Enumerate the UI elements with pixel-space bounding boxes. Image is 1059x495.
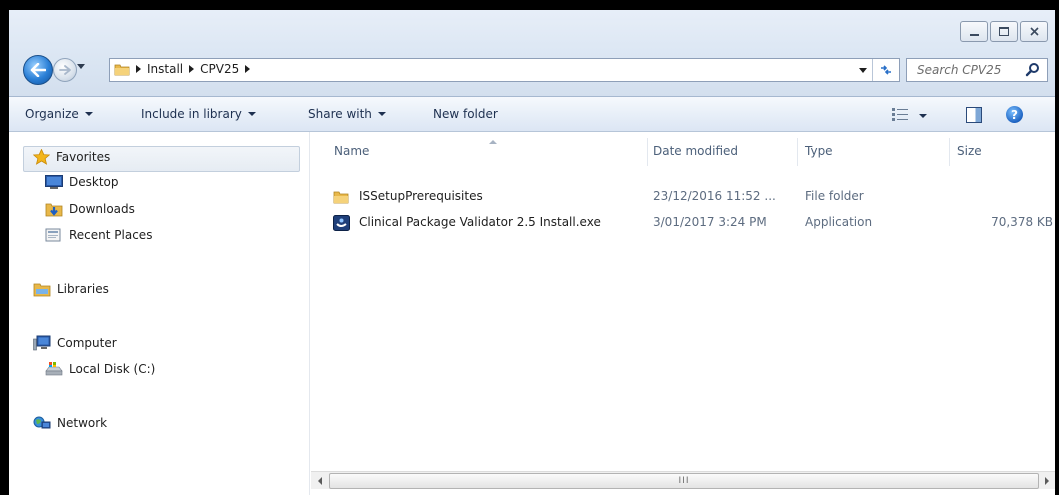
back-button[interactable] [23,55,53,85]
nav-downloads-label: Downloads [69,202,135,216]
file-type: Application [805,215,873,229]
chevron-down-icon [247,112,256,116]
file-list: Name Date modified Type Size ISSetupPrer… [311,132,1055,495]
breadcrumb-separator[interactable] [245,65,251,73]
computer-icon [33,335,51,351]
column-header-type[interactable]: Type [805,144,833,158]
horizontal-scrollbar[interactable]: III [311,471,1055,489]
column-divider[interactable] [949,138,950,166]
include-in-library-button[interactable]: Include in library [141,107,256,121]
scroll-left-arrow-icon [317,476,322,485]
nav-network[interactable]: Network [33,415,107,431]
libraries-icon [33,283,51,297]
organize-label: Organize [25,107,79,121]
nav-recent-places-label: Recent Places [69,228,153,242]
scroll-right-button[interactable] [1038,472,1055,489]
nav-favorites-label: Favorites [56,150,111,164]
include-in-library-label: Include in library [141,107,242,121]
explorer-window: Install CPV25 Search CPV25 Organize Incl [9,10,1055,495]
forward-arrow-icon [59,65,71,75]
nav-computer[interactable]: Computer [33,335,117,351]
caption-buttons [960,21,1048,42]
breadcrumb: Install CPV25 [136,62,251,76]
folder-icon [114,64,130,76]
nav-network-label: Network [57,416,108,430]
breadcrumb-cpv25[interactable]: CPV25 [200,62,239,76]
column-divider[interactable] [647,138,648,166]
refresh-icon [881,65,891,75]
close-icon [1029,27,1039,36]
scrollbar-thumb[interactable]: III [329,473,1039,489]
file-name: ISSetupPrerequisites [359,189,483,203]
scrollbar-grip: III [678,476,690,486]
breadcrumb-install[interactable]: Install [147,62,183,76]
new-folder-label: New folder [433,107,498,121]
search-input[interactable]: Search CPV25 [906,58,1048,82]
scroll-left-button[interactable] [311,472,328,489]
table-row[interactable]: Clinical Package Validator 2.5 Install.e… [333,212,1053,234]
minimize-button[interactable] [960,21,988,42]
command-bar: Organize Include in library Share with N… [9,97,1055,132]
back-arrow-icon [30,63,46,77]
share-with-button[interactable]: Share with [308,107,386,121]
file-date: 23/12/2016 11:52 ... [653,189,776,203]
nav-favorites[interactable]: Favorites [33,149,110,165]
local-disk-icon [45,362,63,376]
nav-libraries[interactable]: Libraries [33,281,109,297]
forward-button[interactable] [53,58,77,82]
address-history-dropdown[interactable] [859,68,867,73]
preview-pane-icon[interactable] [966,107,982,123]
nav-recent-places[interactable]: Recent Places [45,227,152,243]
view-options-dropdown[interactable] [919,114,927,118]
file-size: 70,378 KB [991,215,1053,229]
breadcrumb-separator[interactable] [136,65,141,73]
nav-local-disk-label: Local Disk (C:) [69,362,156,376]
file-name: Clinical Package Validator 2.5 Install.e… [359,215,601,229]
close-button[interactable] [1020,21,1048,42]
maximize-button[interactable] [990,21,1018,42]
screen-frame: Install CPV25 Search CPV25 Organize Incl [0,0,1059,495]
file-date: 3/01/2017 3:24 PM [653,215,767,229]
nav-libraries-label: Libraries [57,282,109,296]
nav-local-disk[interactable]: Local Disk (C:) [45,361,155,377]
table-row[interactable]: ISSetupPrerequisites 23/12/2016 11:52 ..… [333,186,1053,208]
window-chrome: Install CPV25 Search CPV25 [9,10,1055,97]
nav-desktop[interactable]: Desktop [45,175,119,189]
file-type: File folder [805,189,864,203]
scroll-right-arrow-icon [1044,476,1049,485]
minimize-icon [969,33,979,36]
maximize-icon [999,27,1009,36]
folder-icon [333,191,349,204]
navigation-row: Install CPV25 Search CPV25 [9,54,1055,85]
nav-desktop-label: Desktop [69,175,119,189]
navigation-pane: Favorites Desktop Downloads Recent Place… [9,132,310,495]
recent-places-icon [45,228,61,242]
downloads-icon [45,203,63,217]
share-with-label: Share with [308,107,372,121]
chevron-down-icon [377,112,386,116]
installer-icon [333,215,350,231]
change-view-icon[interactable] [892,108,908,121]
column-header-name[interactable]: Name [334,144,369,158]
recent-pages-dropdown[interactable] [77,64,85,69]
nav-computer-label: Computer [57,336,117,350]
breadcrumb-separator[interactable] [189,65,195,73]
refresh-button[interactable] [872,59,899,81]
search-placeholder: Search CPV25 [917,63,1002,77]
column-header-size[interactable]: Size [957,144,982,158]
column-header-date-modified[interactable]: Date modified [653,144,738,158]
search-icon[interactable] [1025,62,1041,78]
chevron-down-icon [84,112,93,116]
sort-arrow-icon [489,140,497,144]
network-icon [33,416,51,429]
address-bar[interactable]: Install CPV25 [109,58,900,82]
nav-downloads[interactable]: Downloads [45,201,135,217]
desktop-icon [45,175,63,189]
star-icon [33,149,50,165]
organize-button[interactable]: Organize [25,107,93,121]
help-icon[interactable]: ? [1006,106,1023,123]
column-divider[interactable] [797,138,798,166]
new-folder-button[interactable]: New folder [433,107,498,121]
